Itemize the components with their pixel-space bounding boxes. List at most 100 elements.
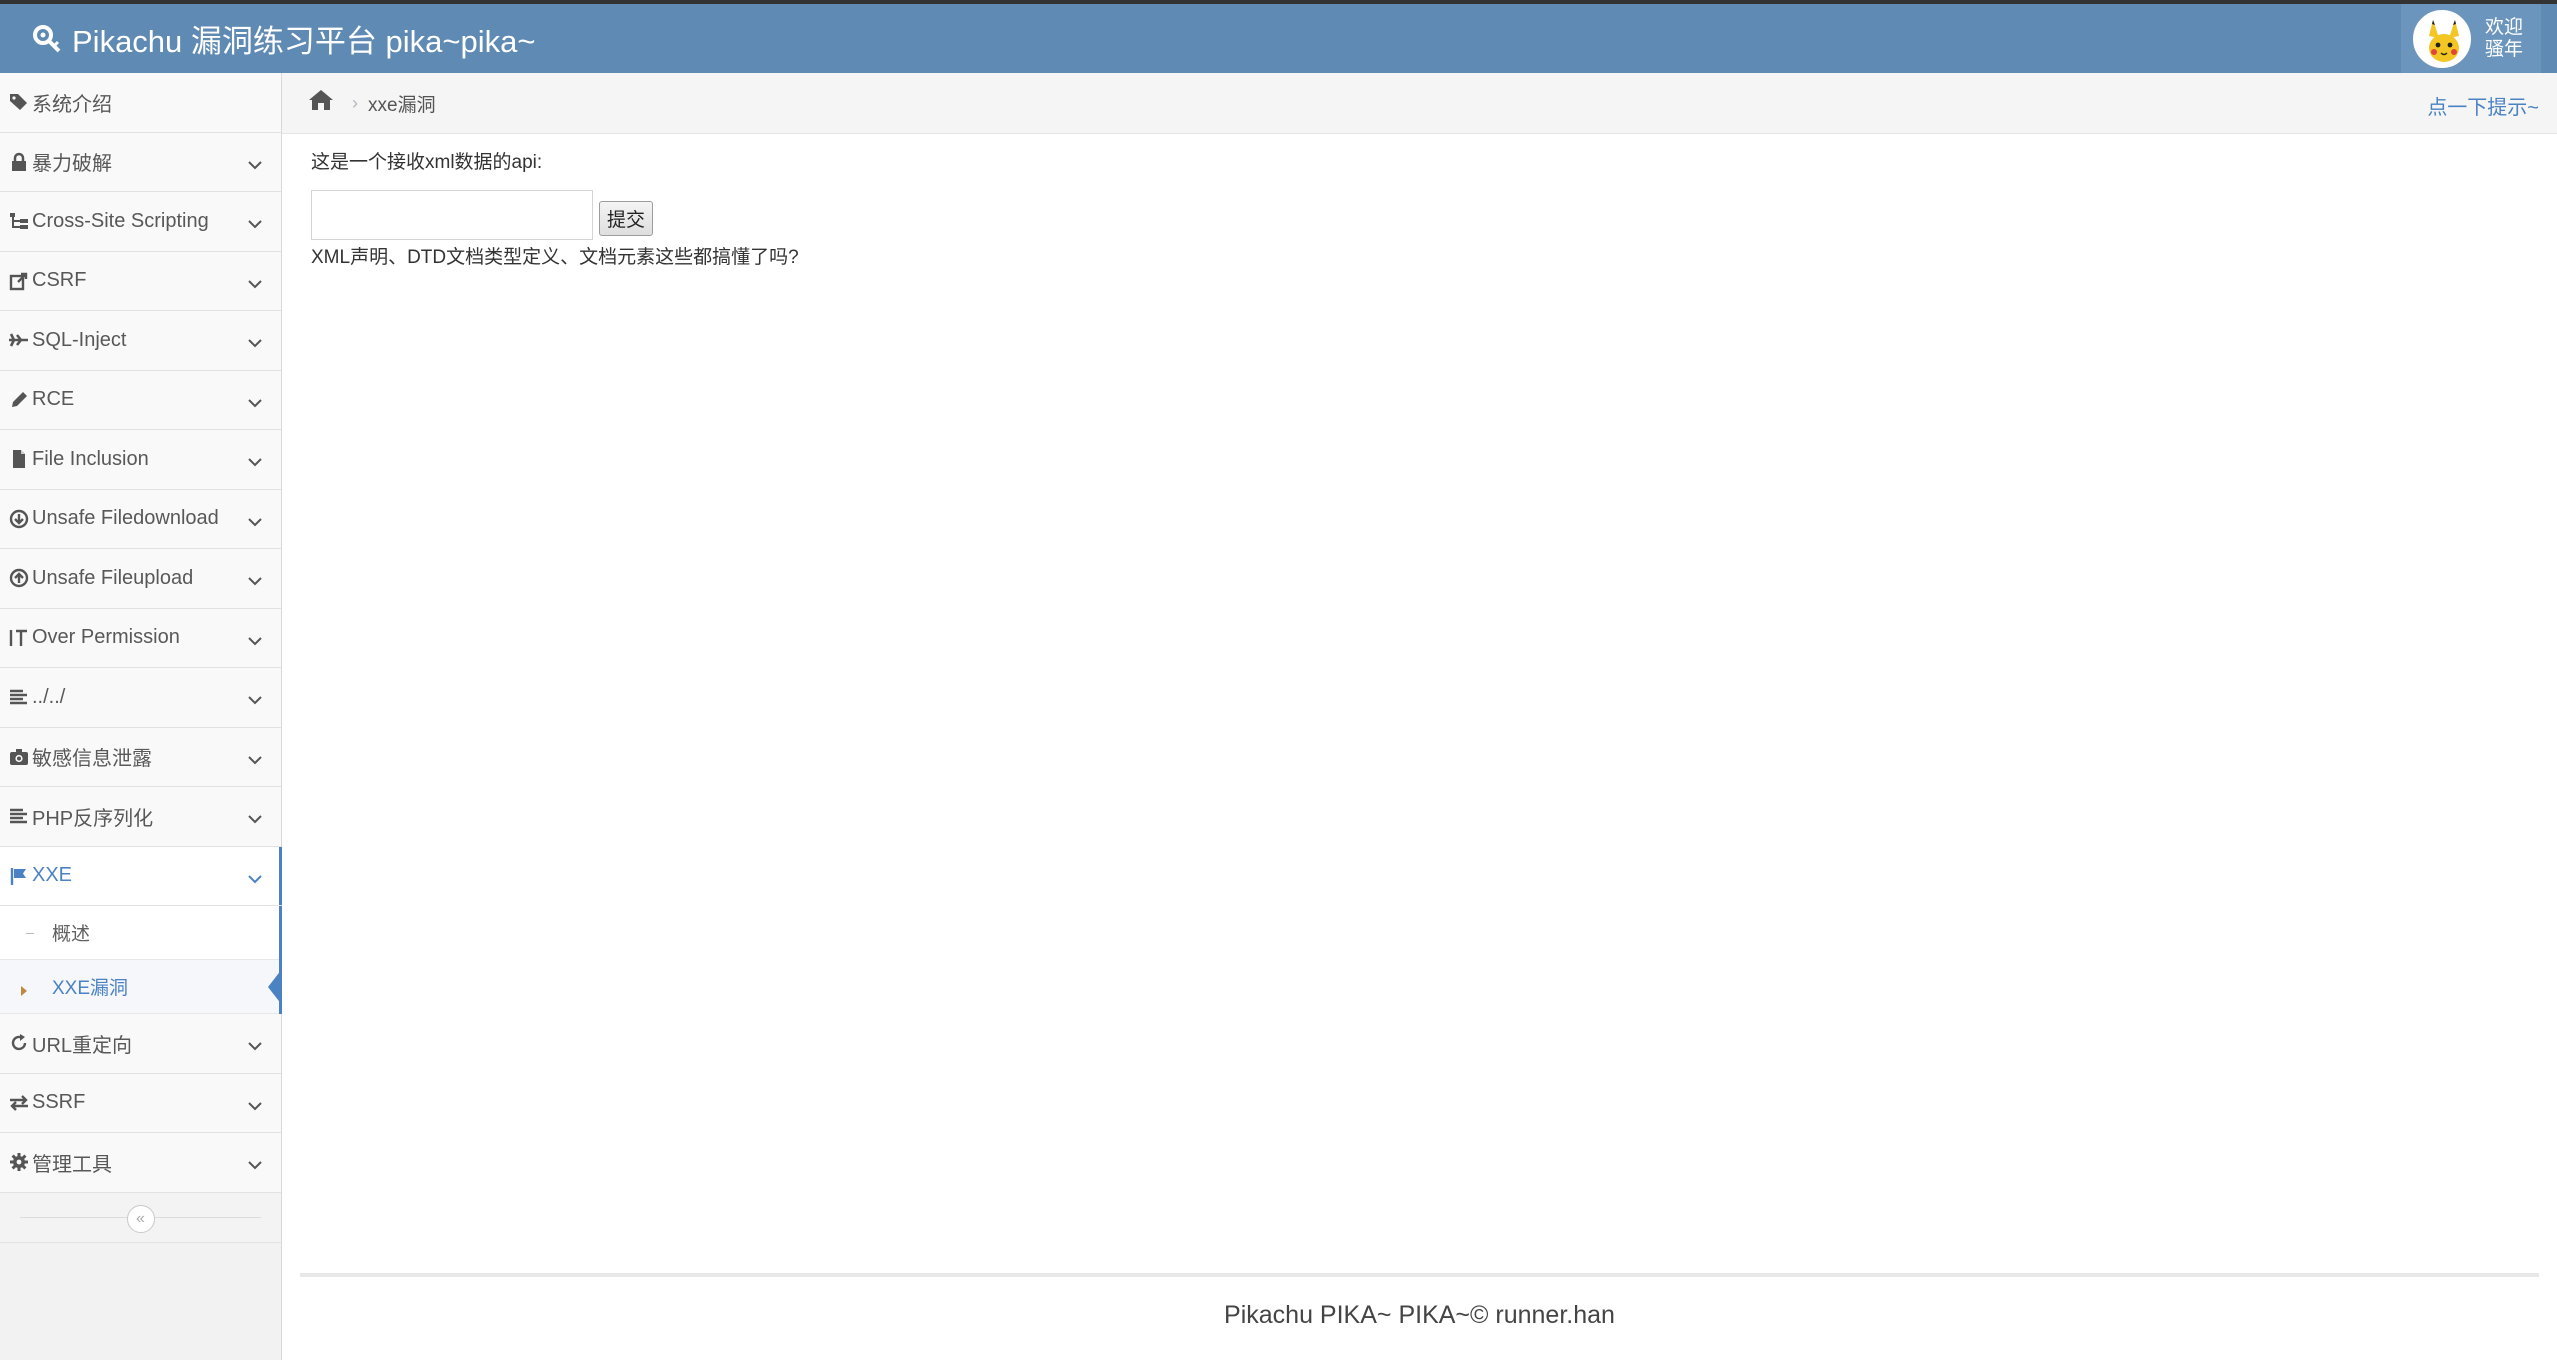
sidebar-collapse-bar: « <box>0 1192 281 1243</box>
brand[interactable]: Pikachu 漏洞练习平台 pika~pika~ <box>32 4 535 73</box>
chevron-down-icon <box>247 631 263 654</box>
user-menu[interactable]: 欢迎 骚年 <box>2401 4 2541 73</box>
sidebar-item-unsafe-filedownload[interactable]: Unsafe Filedownload <box>0 489 281 549</box>
sidebar-item-label: CSRF <box>32 269 87 292</box>
user-greeting-line2: 骚年 <box>2485 38 2524 60</box>
sidebar-item-php-unserialize[interactable]: PHP反序列化 <box>0 787 281 847</box>
breadcrumb-separator-icon: › <box>352 92 358 113</box>
pencil-icon <box>8 389 30 411</box>
chevron-down-icon <box>247 393 263 416</box>
sidebar-item-over-permission[interactable]: Over Permission <box>0 608 281 668</box>
chevron-down-icon <box>247 571 263 594</box>
sidebar-item-url-redirect[interactable]: URL重定向 <box>0 1014 281 1074</box>
download-circle-icon <box>8 508 30 530</box>
tags-icon <box>8 91 30 113</box>
sidebar-item-file-inclusion[interactable]: File Inclusion <box>0 430 281 490</box>
chevron-down-icon <box>247 274 263 297</box>
sidebar-item-unsafe-fileupload[interactable]: Unsafe Fileupload <box>0 549 281 609</box>
chevron-down-icon <box>247 690 263 713</box>
chevron-down-icon <box>247 1155 263 1178</box>
sidebar: 系统介绍 暴力破解 Cross-Site Scripting CSRF SQL-… <box>0 73 282 1360</box>
sidebar-item-directory-traversal[interactable]: ../../ <box>0 668 281 728</box>
api-description: 这是一个接收xml数据的api: <box>311 152 543 173</box>
xxe-form-area: 这是一个接收xml数据的api: 提交 XML声明、DTD文档类型定义、文档元素… <box>311 147 799 269</box>
sidebar-item-label: Unsafe Filedownload <box>32 507 219 530</box>
sidebar-item-brute-force[interactable]: 暴力破解 <box>0 132 281 192</box>
tree-line <box>26 932 34 934</box>
xml-form: 提交 <box>311 190 799 240</box>
user-greeting-line1: 欢迎 <box>2485 16 2524 38</box>
sidebar-subitem-label: 概述 <box>52 924 91 945</box>
sidebar-item-csrf[interactable]: CSRF <box>0 251 281 311</box>
refresh-icon <box>8 1032 30 1054</box>
align-left-icon <box>8 686 30 708</box>
file-icon <box>8 448 30 470</box>
sidebar-item-label: 敏感信息泄露 <box>32 748 152 771</box>
text-height-icon <box>8 627 30 649</box>
sidebar-item-label: Unsafe Fileupload <box>32 566 194 589</box>
navbar: Pikachu 漏洞练习平台 pika~pika~ 欢迎 骚年 <box>0 4 2557 73</box>
footer: Pikachu PIKA~ PIKA~© runner.han <box>1224 1301 1615 1329</box>
xxe-submenu: 概述 XXE漏洞 <box>0 906 282 1014</box>
sidebar-item-label: SSRF <box>32 1091 86 1114</box>
chevron-down-icon <box>247 333 263 356</box>
brand-title: Pikachu 漏洞练习平台 pika~pika~ <box>72 24 536 59</box>
chevron-down-icon <box>247 214 263 237</box>
sidebar-item-label: SQL-Inject <box>32 328 127 351</box>
chevron-down-icon <box>247 750 263 773</box>
double-chevron-left-icon: « <box>136 1209 145 1227</box>
sidebar-item-label: RCE <box>32 388 75 411</box>
exchange-icon <box>8 1092 30 1114</box>
sidebar-item-admin-tools[interactable]: 管理工具 <box>0 1133 281 1193</box>
sidebar-subitem-label: XXE漏洞 <box>52 978 129 999</box>
sidebar-item-rce[interactable]: RCE <box>0 370 281 430</box>
sidebar-item-label: XXE <box>32 864 73 887</box>
active-pointer-icon <box>268 968 282 1011</box>
sidebar-item-intro[interactable]: 系统介绍 <box>0 73 281 133</box>
gear-icon <box>8 1151 30 1173</box>
footer-divider <box>300 1273 2539 1277</box>
sidebar-item-label: Over Permission <box>32 626 180 649</box>
hint-link[interactable]: 点一下提示~ <box>2427 91 2539 120</box>
chevron-down-icon <box>247 452 263 475</box>
chevron-down-icon <box>247 1096 263 1119</box>
breadcrumb: › xxe漏洞 点一下提示~ <box>282 73 2557 134</box>
chevron-down-icon <box>247 512 263 535</box>
user-greeting: 欢迎 骚年 <box>2485 17 2523 61</box>
sidebar-item-info-leak[interactable]: 敏感信息泄露 <box>0 727 281 787</box>
sidebar-item-label: File Inclusion <box>32 447 149 470</box>
xml-tip: XML声明、DTD文档类型定义、文档元素这些都搞懂了吗? <box>311 247 799 268</box>
lock-icon <box>8 151 30 173</box>
sidebar-item-label: 管理工具 <box>32 1153 112 1176</box>
home-icon[interactable] <box>308 89 334 117</box>
sidebar-subitem-xxe-overview[interactable]: 概述 <box>0 906 281 960</box>
sidebar-item-label: URL重定向 <box>32 1034 133 1057</box>
collapse-sidebar-button[interactable]: « <box>126 1204 155 1233</box>
chevron-down-icon <box>247 1036 263 1059</box>
flag-icon <box>8 865 30 887</box>
share-icon <box>8 270 30 292</box>
sidebar-item-ssrf[interactable]: SSRF <box>0 1073 281 1133</box>
main-content: › xxe漏洞 点一下提示~ 这是一个接收xml数据的api: 提交 XML声明… <box>282 73 2557 1360</box>
sidebar-subitem-xxe-vuln[interactable]: XXE漏洞 <box>0 960 282 1014</box>
sidebar-item-xss[interactable]: Cross-Site Scripting <box>0 192 281 252</box>
chevron-down-icon <box>247 869 263 892</box>
sidebar-item-label: 系统介绍 <box>32 93 112 116</box>
xml-input[interactable] <box>311 190 593 240</box>
fighter-jet-icon <box>8 329 30 351</box>
avatar <box>2413 9 2471 68</box>
sidebar-item-sql-inject[interactable]: SQL-Inject <box>0 311 281 371</box>
submit-button[interactable]: 提交 <box>599 201 654 236</box>
sidebar-item-xxe[interactable]: XXE <box>0 846 282 906</box>
sidebar-item-label: 暴力破解 <box>32 153 112 176</box>
sidebar-item-label: PHP反序列化 <box>32 807 154 830</box>
align-left-icon <box>8 805 30 827</box>
breadcrumb-current: xxe漏洞 <box>368 94 436 116</box>
caret-right-icon <box>20 981 28 1003</box>
chevron-down-icon <box>247 155 263 178</box>
sidebar-item-label: Cross-Site Scripting <box>32 209 209 232</box>
upload-circle-icon <box>8 567 30 589</box>
camera-icon <box>8 746 30 768</box>
sitemap-icon <box>8 210 30 232</box>
chevron-down-icon <box>247 809 263 832</box>
